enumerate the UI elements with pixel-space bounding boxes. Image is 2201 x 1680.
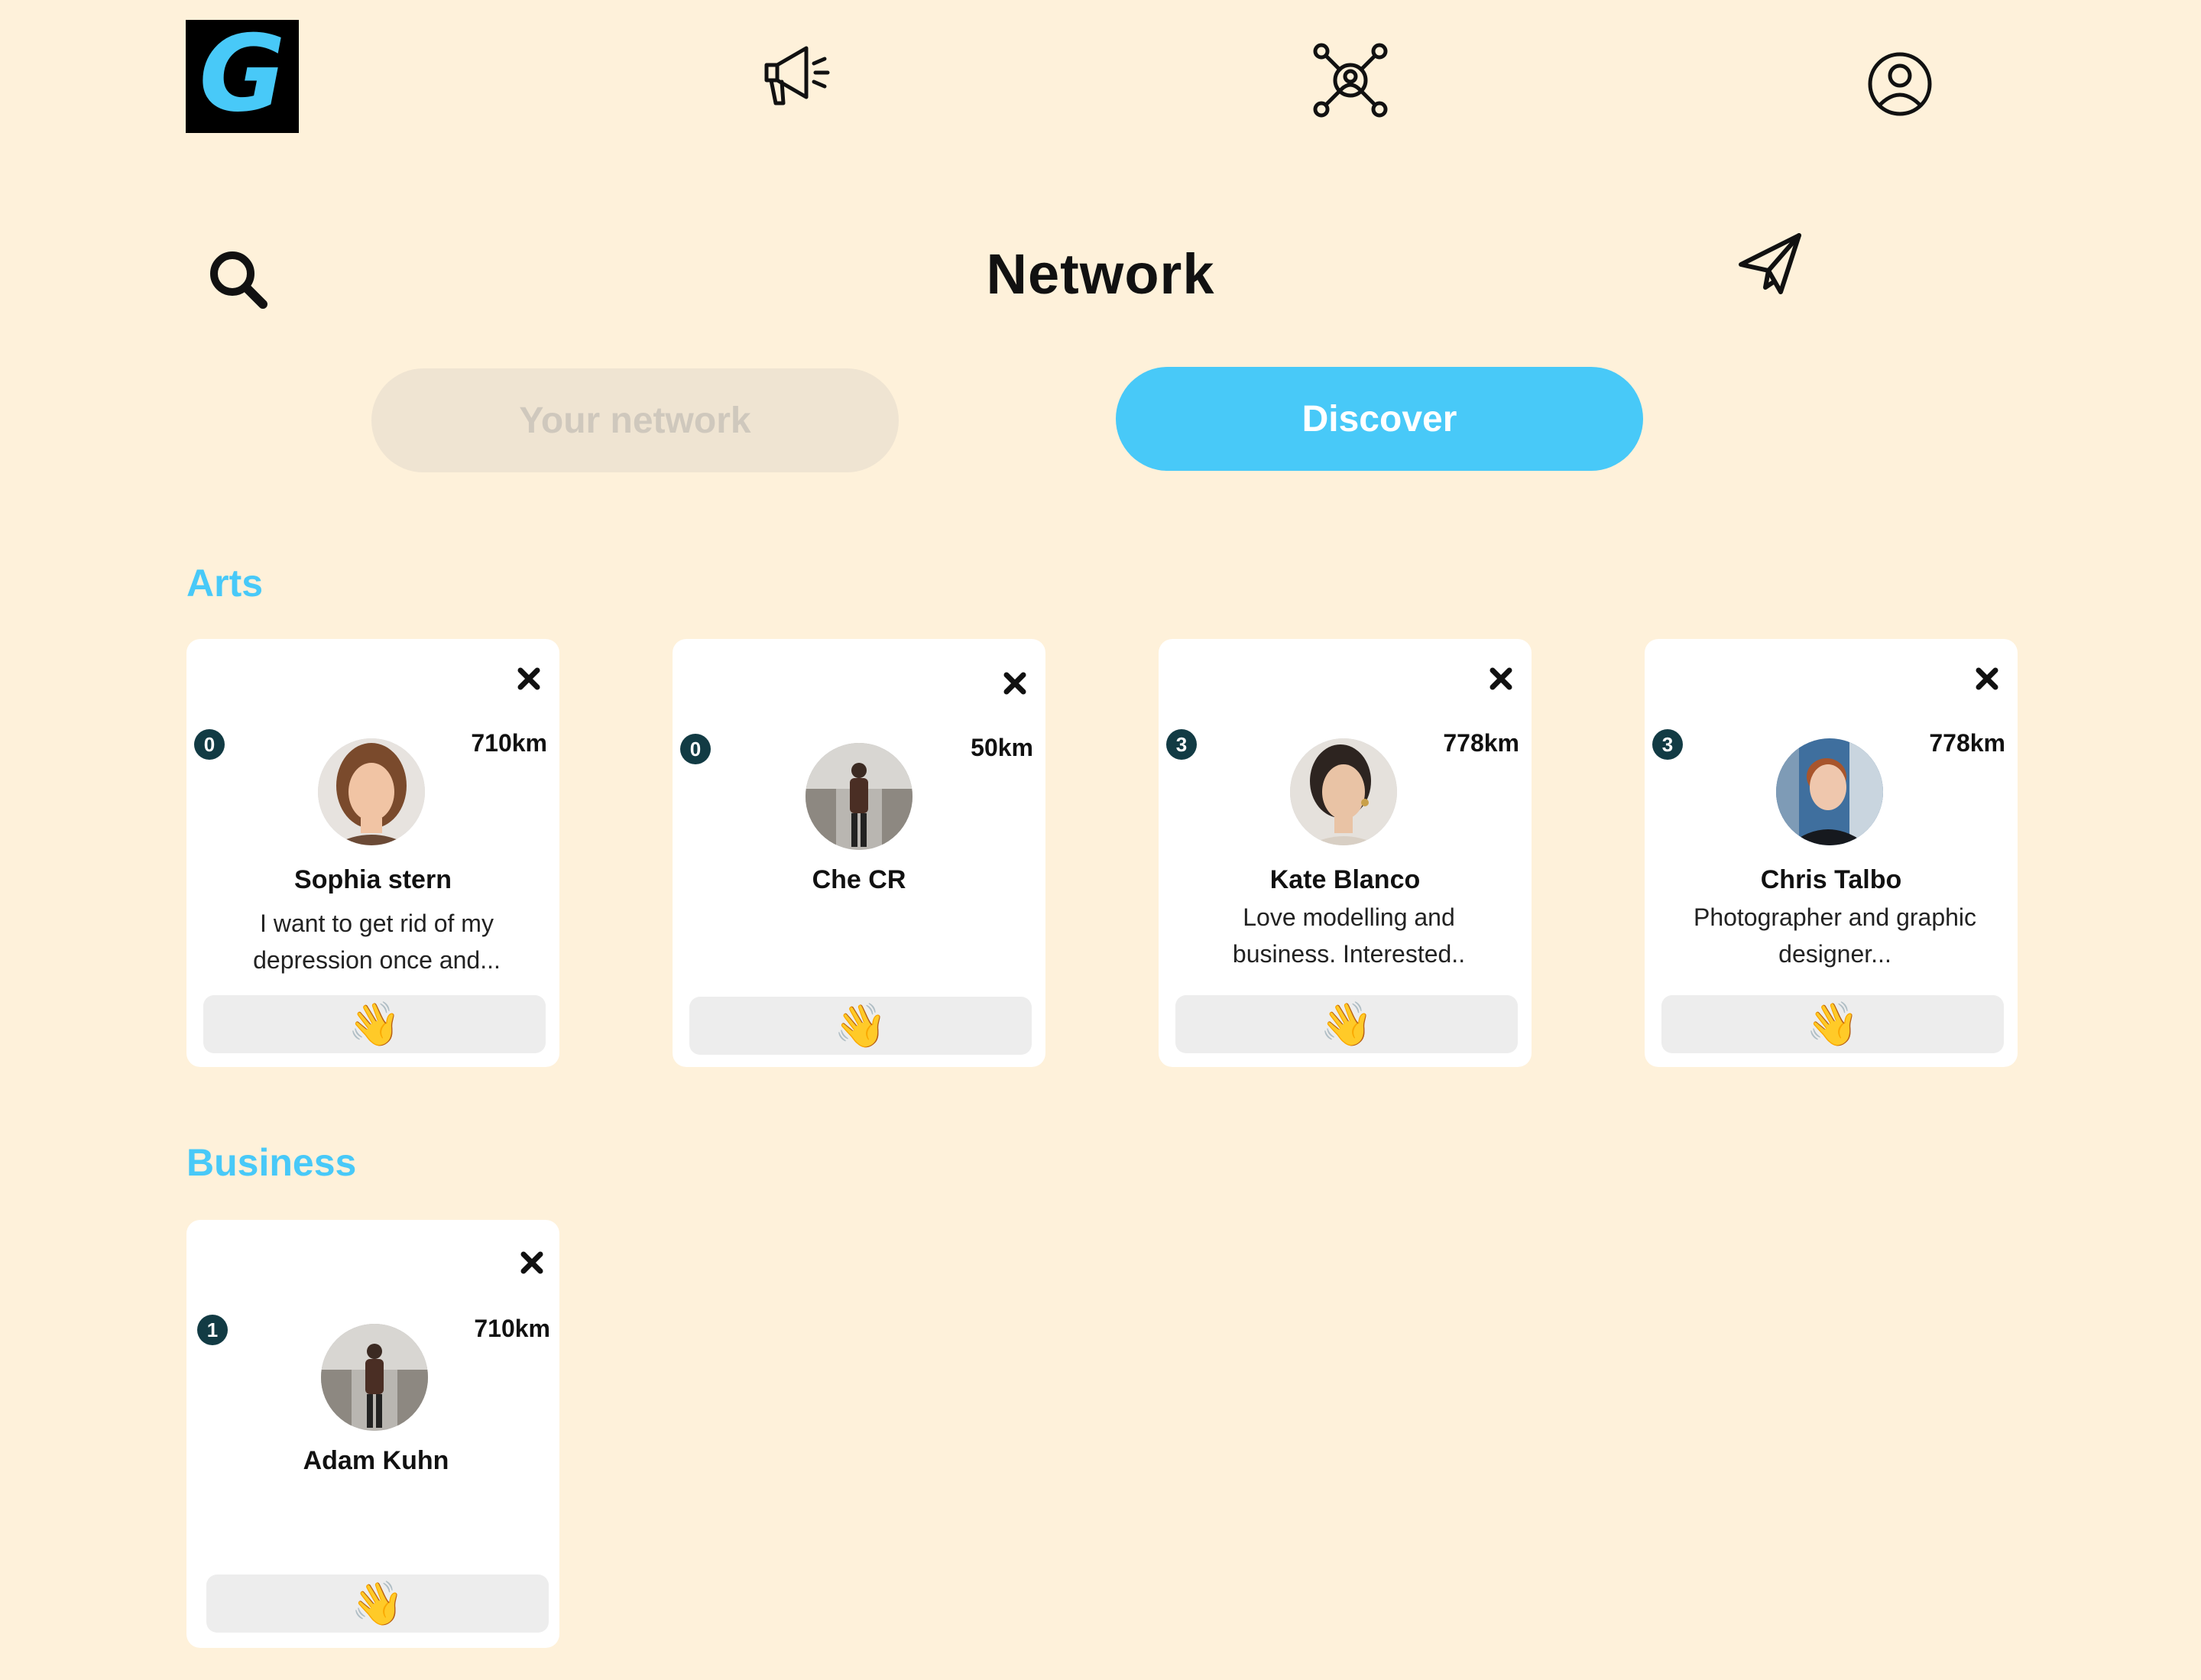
megaphone-icon[interactable] [757, 38, 841, 115]
profile-card: 3 778km Chris Talbo Photographer and gra… [1645, 639, 2018, 1067]
distance-label: 778km [1443, 729, 1519, 757]
page-title: Network [986, 242, 1215, 306]
mutual-count-badge: 0 [680, 734, 711, 764]
profile-name: Kate Blanco [1269, 865, 1421, 894]
search-icon[interactable] [205, 246, 274, 315]
section-title-business: Business [186, 1141, 357, 1184]
mutual-count-badge: 1 [197, 1315, 228, 1345]
app-logo[interactable]: G [186, 20, 299, 133]
distance-label: 710km [474, 1315, 550, 1342]
profile-name: Adam Kuhn [303, 1446, 449, 1475]
avatar[interactable] [1290, 738, 1397, 845]
avatar[interactable] [321, 1324, 428, 1431]
logo-letter: G [199, 12, 286, 135]
distance-label: 778km [1929, 729, 2005, 757]
network-hub-icon[interactable] [1308, 38, 1392, 122]
tab-discover[interactable]: Discover [1116, 367, 1643, 471]
profile-card: 0 50km Che CR 👋 [673, 639, 1045, 1067]
profile-card: 3 778km Kate Blanco Love modelling and b… [1159, 639, 1532, 1067]
avatar[interactable] [1776, 738, 1883, 845]
close-icon[interactable] [1973, 665, 2001, 692]
profile-name: Che CR [812, 865, 906, 894]
mutual-count-badge: 3 [1652, 729, 1683, 760]
close-icon[interactable] [518, 1249, 546, 1276]
wave-button[interactable]: 👋 [203, 995, 546, 1053]
mutual-count-badge: 0 [194, 729, 225, 760]
wave-button[interactable]: 👋 [1661, 995, 2004, 1053]
distance-label: 710km [471, 729, 547, 757]
wave-button[interactable]: 👋 [689, 997, 1032, 1055]
avatar[interactable] [806, 743, 912, 850]
wave-button[interactable]: 👋 [1175, 995, 1518, 1053]
profile-card: 0 710km Sophia stern I want to get rid o… [186, 639, 559, 1067]
user-circle-icon[interactable] [1863, 47, 1937, 121]
close-icon[interactable] [1487, 665, 1515, 692]
paper-plane-icon[interactable] [1735, 228, 1807, 300]
avatar[interactable] [318, 738, 425, 845]
close-icon[interactable] [515, 665, 543, 692]
profile-name: Sophia stern [294, 865, 452, 894]
wave-button[interactable]: 👋 [206, 1575, 549, 1633]
profile-bio: Photographer and graphic designer... [1693, 903, 1977, 968]
profile-bio: I want to get rid of my depression once … [253, 910, 501, 974]
mutual-count-badge: 3 [1166, 729, 1197, 760]
distance-label: 50km [971, 734, 1033, 761]
profile-card: 1 710km Adam Kuhn 👋 [186, 1220, 559, 1648]
section-title-arts: Arts [186, 562, 264, 605]
close-icon[interactable] [1001, 670, 1029, 697]
tab-your-network[interactable]: Your network [371, 368, 899, 472]
profile-name: Chris Talbo [1760, 865, 1902, 894]
profile-bio: Love modelling and business. Interested.… [1232, 903, 1466, 968]
